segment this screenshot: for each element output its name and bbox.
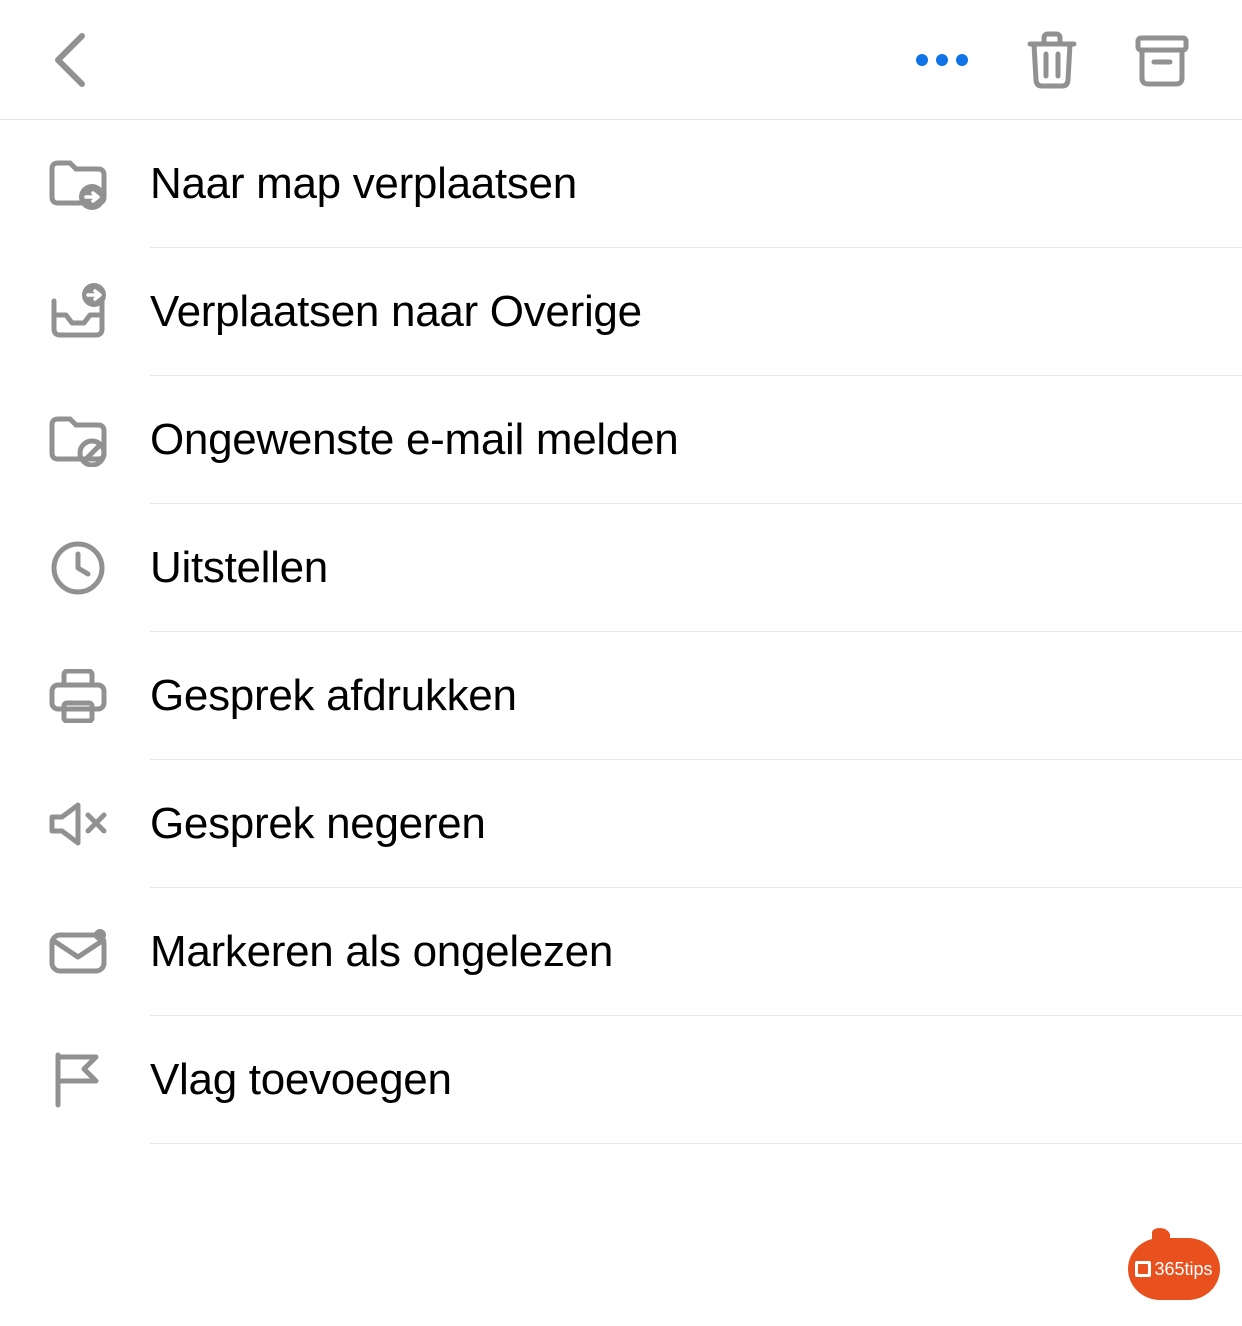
menu-label-wrap: Vlag toevoegen: [150, 1016, 1242, 1144]
menu-label: Gesprek negeren: [150, 799, 486, 849]
menu-label: Verplaatsen naar Overige: [150, 287, 642, 337]
menu-item-snooze[interactable]: Uitstellen: [0, 504, 1242, 632]
report-junk-icon: [48, 410, 108, 470]
menu-label: Ongewenste e-mail melden: [150, 415, 678, 465]
clock-icon: [48, 538, 108, 598]
menu-item-move-to-folder[interactable]: Naar map verplaatsen: [0, 120, 1242, 248]
archive-button[interactable]: [1122, 20, 1202, 100]
menu-item-add-flag[interactable]: Vlag toevoegen: [0, 1016, 1242, 1144]
menu-label-wrap: Ongewenste e-mail melden: [150, 376, 1242, 504]
menu-item-mark-unread[interactable]: Markeren als ongelezen: [0, 888, 1242, 1016]
menu-label-wrap: Gesprek afdrukken: [150, 632, 1242, 760]
menu-item-move-to-other[interactable]: Verplaatsen naar Overige: [0, 248, 1242, 376]
office-logo-icon: [1135, 1261, 1151, 1277]
menu-label-wrap: Gesprek negeren: [150, 760, 1242, 888]
folder-move-icon: [48, 154, 108, 214]
menu-label-wrap: Verplaatsen naar Overige: [150, 248, 1242, 376]
menu-label: Naar map verplaatsen: [150, 159, 577, 209]
move-to-other-icon: [48, 282, 108, 342]
chevron-left-icon: [52, 32, 88, 88]
flag-icon: [48, 1050, 108, 1110]
print-icon: [48, 666, 108, 726]
menu-label: Markeren als ongelezen: [150, 927, 613, 977]
more-icon: [912, 52, 972, 68]
menu-label-wrap: Uitstellen: [150, 504, 1242, 632]
trash-icon: [1024, 30, 1080, 90]
archive-icon: [1134, 32, 1190, 88]
menu-label: Gesprek afdrukken: [150, 671, 517, 721]
menu-label: Uitstellen: [150, 543, 328, 593]
menu-item-report-junk[interactable]: Ongewenste e-mail melden: [0, 376, 1242, 504]
mark-unread-icon: [48, 922, 108, 982]
back-button[interactable]: [40, 30, 100, 90]
delete-button[interactable]: [1012, 20, 1092, 100]
actions-menu: Naar map verplaatsen Verplaatsen naar Ov…: [0, 120, 1242, 1144]
more-button[interactable]: [902, 20, 982, 100]
menu-label-wrap: Markeren als ongelezen: [150, 888, 1242, 1016]
badge-text: 365tips: [1154, 1259, 1212, 1280]
menu-label-wrap: Naar map verplaatsen: [150, 120, 1242, 248]
menu-item-print[interactable]: Gesprek afdrukken: [0, 632, 1242, 760]
header-bar: [0, 0, 1242, 120]
menu-label: Vlag toevoegen: [150, 1055, 452, 1105]
mute-icon: [48, 794, 108, 854]
brand-badge[interactable]: 365tips: [1128, 1238, 1220, 1300]
menu-item-ignore[interactable]: Gesprek negeren: [0, 760, 1242, 888]
